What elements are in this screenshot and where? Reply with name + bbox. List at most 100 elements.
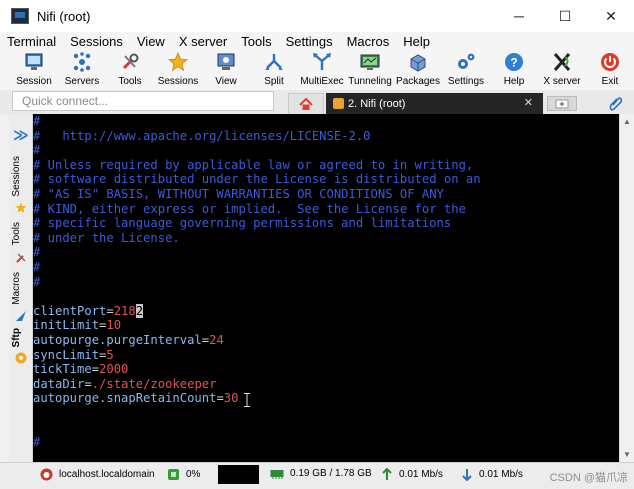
terminal-text: # — [33, 274, 41, 289]
menu-tools[interactable]: Tools — [234, 34, 278, 49]
minimize-button[interactable]: ─ — [496, 0, 542, 32]
tools-icon — [122, 53, 139, 70]
sessions-star-icon — [15, 202, 27, 213]
terminal-line: # http://www.apache.org/licenses/LICENSE… — [33, 129, 481, 144]
toolbar-split-button[interactable]: Split — [250, 50, 298, 90]
svg-text:?: ? — [510, 56, 517, 70]
toolbar-multiexec-button[interactable]: MultiExec — [298, 50, 346, 90]
toolbar-session-button[interactable]: Session — [10, 50, 58, 90]
sidebar-tab-sessions[interactable]: Sessions — [11, 156, 22, 197]
sftp-icon — [15, 352, 27, 364]
multiexec-icon — [313, 53, 331, 70]
linux-penguin-icon — [40, 468, 53, 481]
window-controls: ─ ☐ ✕ — [496, 0, 634, 32]
toolbar-tunneling-button[interactable]: Tunneling — [346, 50, 394, 90]
toolbar-exit-button[interactable]: Exit — [586, 50, 634, 90]
scroll-down-icon[interactable]: ▼ — [623, 450, 631, 459]
toolbar-xserver-button[interactable]: X server — [538, 50, 586, 90]
attach-button[interactable] — [609, 95, 623, 114]
toolbar-label: Exit — [601, 76, 619, 87]
menu-sessions[interactable]: Sessions — [63, 34, 130, 49]
quick-connect-input[interactable]: Quick connect... — [12, 91, 274, 111]
toolbar-label: Settings — [447, 76, 485, 87]
terminal-text: # software distributed under the License… — [33, 172, 481, 187]
terminal-text: # "AS IS" BASIS, WITHOUT WARRANTIES OR C… — [33, 186, 444, 201]
menu-settings[interactable]: Settings — [279, 34, 340, 49]
terminal-line: # — [33, 143, 481, 158]
terminal-text: autopurge.purgeInterval — [33, 332, 202, 347]
terminal-text: 30 — [223, 391, 239, 406]
home-tab[interactable] — [288, 93, 324, 114]
terminal-line: # Unless required by applicable law or a… — [33, 158, 481, 173]
terminal-text: dataDir — [33, 376, 85, 391]
sidebar-tab-sftp[interactable]: Sftp — [11, 328, 22, 347]
exit-icon — [601, 53, 619, 71]
terminal-output[interactable]: # # http://www.apache.org/licenses/LICENS… — [33, 114, 619, 462]
tunneling-icon — [360, 54, 380, 70]
help-icon: ? — [505, 53, 523, 71]
terminal-line: syncLimit=5 — [33, 348, 481, 363]
toolbar-help-button[interactable]: ? Help — [490, 50, 538, 90]
tab-nifi-session[interactable]: 2. Nifi (root) ✕ — [326, 93, 543, 114]
tools-icon — [16, 253, 26, 263]
menu-view[interactable]: View — [130, 34, 172, 49]
toolbar-view-button[interactable]: View — [202, 50, 250, 90]
status-graph-area — [218, 465, 259, 484]
terminal-text: 10 — [106, 318, 122, 333]
terminal-text: tickTime — [33, 362, 92, 377]
toolbar-tools-button[interactable]: Tools — [106, 50, 154, 90]
terminal-line: autopurge.purgeInterval=24 — [33, 333, 481, 348]
toolbar-label: Tunneling — [348, 76, 392, 87]
toolbar-label: X server — [543, 76, 581, 87]
terminal-tab-icon — [333, 98, 344, 109]
terminal-line: # — [33, 435, 481, 450]
menu-bar: Terminal Sessions View X server Tools Se… — [0, 32, 634, 50]
home-icon — [299, 97, 313, 110]
terminal-text: = — [84, 376, 92, 391]
terminal-line: autopurge.snapRetainCount=30 — [33, 391, 481, 406]
left-sidebar: ≫ Sessions Tools Macros Sftp — [9, 114, 33, 462]
menu-help[interactable]: Help — [396, 34, 437, 49]
toolbar-label: Help — [503, 76, 525, 87]
status-memory-label: 0.19 GB / 1.78 GB — [290, 468, 372, 479]
terminal-text: # http://www.apache.org/licenses/LICENSE… — [33, 128, 371, 143]
terminal-text: 218 — [113, 303, 136, 318]
tab-close-icon[interactable]: ✕ — [524, 96, 533, 109]
terminal-line: tickTime=2000 — [33, 362, 481, 377]
terminal-line: # "AS IS" BASIS, WITHOUT WARRANTIES OR C… — [33, 187, 481, 202]
packages-icon — [410, 54, 426, 72]
maximize-button[interactable]: ☐ — [542, 0, 588, 32]
toolbar-sessions-button[interactable]: Sessions — [154, 50, 202, 90]
toolbar-packages-button[interactable]: Packages — [394, 50, 442, 90]
status-download-label: 0.01 Mb/s — [479, 469, 523, 480]
close-button[interactable]: ✕ — [588, 0, 634, 32]
menu-x-server[interactable]: X server — [172, 34, 234, 49]
terminal-text: = — [201, 332, 210, 347]
toolbar-label: Sessions — [157, 76, 199, 87]
new-tab-button[interactable] — [547, 96, 577, 111]
terminal-line: clientPort=2182 — [33, 303, 481, 319]
window-title: Nifi (root) — [37, 8, 91, 24]
sidebar-tab-macros[interactable]: Macros — [11, 272, 22, 305]
terminal-text: # — [33, 245, 41, 260]
toolbar-settings-button[interactable]: Settings — [442, 50, 490, 90]
scroll-up-icon[interactable]: ▲ — [623, 117, 631, 126]
macros-icon — [16, 311, 26, 321]
terminal-text: = — [106, 303, 114, 318]
servers-icon — [73, 52, 91, 72]
terminal-text: # KIND, either express or implied. See t… — [33, 201, 466, 216]
menu-macros[interactable]: Macros — [340, 34, 397, 49]
terminal-text: clientPort — [33, 303, 107, 318]
toolbar-servers-button[interactable]: Servers — [58, 50, 106, 90]
menu-terminal[interactable]: Terminal — [0, 34, 63, 49]
sidebar-tab-tools[interactable]: Tools — [11, 222, 22, 245]
xserver-icon — [553, 53, 571, 71]
terminal-scrollbar[interactable]: ▲ ▼ — [619, 114, 634, 462]
sidebar-collapse-chevron-icon[interactable]: ≫ — [13, 126, 29, 144]
main-toolbar: Session Servers Tools Sessions View Spli… — [0, 50, 634, 90]
terminal-text: # — [33, 435, 41, 450]
terminal-line: # software distributed under the License… — [33, 172, 481, 187]
terminal-line: # specific language governing permission… — [33, 216, 481, 231]
